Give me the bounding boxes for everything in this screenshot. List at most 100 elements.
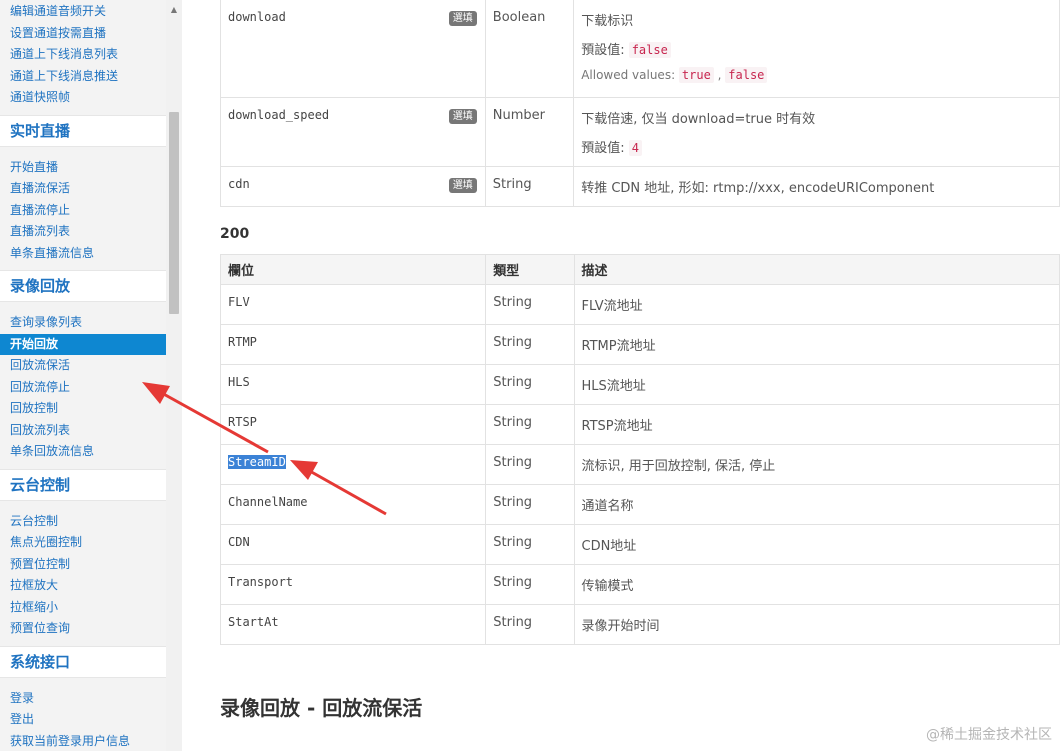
sidebar-item-live-keepalive[interactable]: 直播流保活 — [0, 178, 166, 200]
sidebar-section-live: 实时直播 — [0, 114, 166, 147]
field-type: String — [485, 364, 575, 405]
param-type: Boolean — [484, 0, 575, 98]
table-row: CDN String CDN地址 — [219, 524, 1060, 565]
header-type: 類型 — [485, 254, 575, 285]
field-type: String — [485, 324, 575, 365]
sidebar-item-playback-keepalive[interactable]: 回放流保活 — [0, 355, 166, 377]
param-field-name: cdn — [228, 177, 250, 191]
sidebar-section-system: 系统接口 — [0, 645, 166, 678]
field-type: String — [485, 284, 575, 325]
default-value: false — [628, 42, 671, 58]
sidebar-item-edit-audio[interactable]: 编辑通道音频开关 — [0, 1, 166, 23]
sidebar-item-record-query[interactable]: 查询录像列表 — [0, 312, 166, 334]
field-name: FLV — [228, 295, 250, 309]
field-desc: 通道名称 — [573, 484, 1060, 525]
field-type: String — [485, 444, 575, 485]
header-desc: 描述 — [573, 254, 1060, 285]
allowed-value: false — [725, 67, 768, 83]
optional-badge: 選填 — [448, 11, 477, 26]
field-desc: FLV流地址 — [573, 284, 1060, 325]
field-type: String — [485, 604, 575, 645]
watermark: @稀土掘金技术社区 — [926, 727, 1052, 743]
param-type: Number — [484, 97, 575, 167]
default-value: 4 — [628, 140, 642, 156]
sidebar-item-live-stop[interactable]: 直播流停止 — [0, 200, 166, 222]
table-row: Transport String 传输模式 — [219, 564, 1060, 605]
sidebar-item-ondemand[interactable]: 设置通道按需直播 — [0, 23, 166, 45]
table-row: FLV String FLV流地址 — [219, 284, 1060, 325]
field-name: RTMP — [228, 335, 257, 349]
field-desc: HLS流地址 — [573, 364, 1060, 405]
field-type: String — [485, 404, 575, 445]
table-row: StreamID String 流标识, 用于回放控制, 保活, 停止 — [219, 444, 1060, 485]
table-row: ChannelName String 通道名称 — [219, 484, 1060, 525]
sidebar-item-online-list[interactable]: 通道上下线消息列表 — [0, 44, 166, 66]
field-desc: 传输模式 — [573, 564, 1060, 605]
param-allowed: Allowed values: true , false — [581, 67, 1052, 83]
sidebar-item-live-info[interactable]: 单条直播流信息 — [0, 243, 166, 265]
table-row: download_speed 選填 Number 下载倍速, 仅当 downlo… — [220, 97, 1060, 167]
field-name: RTSP — [228, 415, 257, 429]
sidebar-item-preset-control[interactable]: 预置位控制 — [0, 554, 166, 576]
table-row: RTMP String RTMP流地址 — [219, 324, 1060, 365]
sidebar-item-current-user[interactable]: 获取当前登录用户信息 — [0, 731, 166, 751]
field-desc: CDN地址 — [573, 524, 1060, 565]
sidebar-item-playback-stop[interactable]: 回放流停止 — [0, 377, 166, 399]
section-title: 录像回放 - 回放流保活 — [220, 696, 423, 720]
header-field: 欄位 — [219, 254, 487, 285]
field-desc: 录像开始时间 — [573, 604, 1060, 645]
scroll-thumb[interactable] — [169, 112, 179, 314]
sidebar-item-online-push[interactable]: 通道上下线消息推送 — [0, 66, 166, 88]
main-content: download 選填 Boolean 下载标识 預設值: false Allo… — [182, 0, 1060, 751]
sidebar-scrollbar[interactable]: ▲ — [166, 0, 182, 751]
field-name-selected[interactable]: StreamID — [228, 455, 286, 469]
field-name: CDN — [228, 535, 250, 549]
allowed-value: true — [678, 67, 714, 83]
param-desc: 下载标识 — [581, 14, 634, 29]
params-table: download 選填 Boolean 下载标识 預設值: false Allo… — [220, 0, 1060, 207]
sidebar-item-focus-iris[interactable]: 焦点光圈控制 — [0, 532, 166, 554]
param-field-cell: download 選填 — [220, 0, 486, 98]
field-type: String — [485, 564, 575, 605]
response-code-heading: 200 — [220, 226, 250, 242]
scroll-up-icon[interactable]: ▲ — [166, 0, 182, 20]
table-row: RTSP String RTSP流地址 — [219, 404, 1060, 445]
sidebar-item-zoom-in[interactable]: 拉框放大 — [0, 575, 166, 597]
param-field-cell: download_speed 選填 — [220, 97, 486, 167]
field-type: String — [485, 524, 575, 565]
param-default: 預設值: 4 — [581, 137, 1052, 156]
field-name: Transport — [228, 575, 294, 589]
sidebar-item-live-start[interactable]: 开始直播 — [0, 157, 166, 179]
sidebar-item-playback-start[interactable]: 开始回放 — [0, 333, 166, 355]
table-header-row: 欄位 類型 描述 — [219, 254, 1060, 285]
field-type: String — [485, 484, 575, 525]
sidebar-item-preset-query[interactable]: 预置位查询 — [0, 618, 166, 640]
field-desc: 流标识, 用于回放控制, 保活, 停止 — [573, 444, 1060, 485]
field-desc: RTMP流地址 — [573, 324, 1060, 365]
sidebar-item-playback-list[interactable]: 回放流列表 — [0, 420, 166, 442]
sidebar-item-ptz-control[interactable]: 云台控制 — [0, 511, 166, 533]
optional-badge: 選填 — [448, 178, 477, 193]
table-row: HLS String HLS流地址 — [219, 364, 1060, 405]
sidebar-section-ptz: 云台控制 — [0, 468, 166, 501]
param-desc: 下载倍速, 仅当 download=true 时有效 — [581, 112, 816, 127]
sidebar: 编辑通道音频开关 设置通道按需直播 通道上下线消息列表 通道上下线消息推送 通道… — [0, 0, 182, 751]
field-desc: RTSP流地址 — [573, 404, 1060, 445]
allowed-label: Allowed values: — [581, 68, 679, 82]
sidebar-item-playback-info[interactable]: 单条回放流信息 — [0, 441, 166, 463]
param-field-name: download_speed — [228, 108, 330, 122]
field-name: HLS — [228, 375, 250, 389]
field-name: ChannelName — [228, 495, 308, 509]
param-desc: 转推 CDN 地址, 形如: rtmp://xxx, encodeURIComp… — [573, 166, 1060, 207]
table-row: download 選填 Boolean 下载标识 預設值: false Allo… — [220, 0, 1060, 98]
sidebar-item-playback-control[interactable]: 回放控制 — [0, 398, 166, 420]
param-field-cell: cdn 選填 — [220, 166, 486, 207]
param-desc-cell: 下载标识 預設值: false Allowed values: true , f… — [573, 0, 1060, 98]
sidebar-item-live-list[interactable]: 直播流列表 — [0, 221, 166, 243]
sidebar-section-playback: 录像回放 — [0, 270, 166, 302]
table-row: StartAt String 录像开始时间 — [219, 604, 1060, 645]
sidebar-item-login[interactable]: 登录 — [0, 688, 166, 710]
sidebar-item-zoom-out[interactable]: 拉框缩小 — [0, 597, 166, 619]
sidebar-item-snapshot[interactable]: 通道快照帧 — [0, 87, 166, 109]
sidebar-item-logout[interactable]: 登出 — [0, 709, 166, 731]
